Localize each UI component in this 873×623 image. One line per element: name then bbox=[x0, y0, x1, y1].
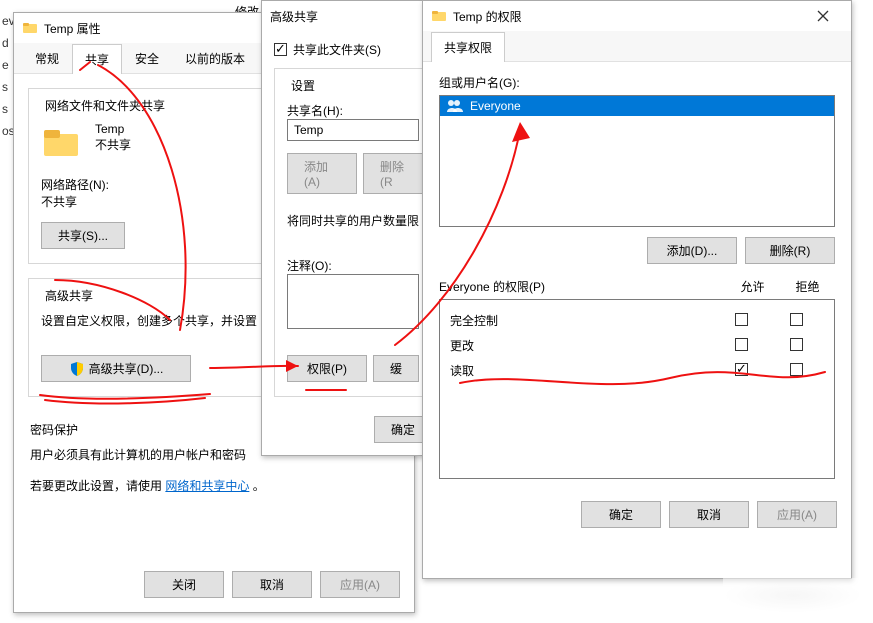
permissions-dialog: Temp 的权限 共享权限 组或用户名(G): Everyone 添加(D)..… bbox=[422, 0, 852, 579]
limit-text: 将同时共享的用户数量限 bbox=[287, 212, 419, 229]
btn-label: 高级共享(D)... bbox=[89, 360, 164, 377]
checkbox-icon bbox=[274, 43, 287, 56]
window-title: Temp 的权限 bbox=[453, 8, 803, 25]
perm-row: 读取 bbox=[450, 358, 824, 383]
titlebar[interactable]: Temp 的权限 bbox=[423, 1, 851, 31]
folder-icon bbox=[41, 122, 81, 162]
note-label: 注释(O): bbox=[287, 257, 419, 274]
user-name: Everyone bbox=[470, 99, 521, 113]
cache-button[interactable]: 缓 bbox=[373, 355, 419, 382]
tab-versions[interactable]: 以前的版本 bbox=[172, 43, 258, 73]
titlebar[interactable]: 高级共享 bbox=[262, 1, 444, 31]
apply-button[interactable]: 应用(A) bbox=[757, 501, 837, 528]
deny-checkbox[interactable] bbox=[790, 363, 803, 376]
close-button[interactable] bbox=[803, 2, 843, 30]
col-allow: 允许 bbox=[725, 278, 780, 295]
groups-label: 组或用户名(G): bbox=[439, 74, 835, 91]
group-title: 网络文件和文件夹共享 bbox=[41, 97, 169, 114]
permissions-button[interactable]: 权限(P) bbox=[287, 355, 367, 382]
share-name-input[interactable] bbox=[287, 119, 419, 141]
advanced-share-button[interactable]: 高级共享(D)... bbox=[41, 355, 191, 382]
remove-share-button[interactable]: 删除(R bbox=[363, 153, 423, 194]
bg-smudge bbox=[723, 578, 863, 613]
tab-general[interactable]: 常规 bbox=[22, 43, 72, 73]
share-status: 不共享 bbox=[95, 136, 131, 153]
perm-label: 读取 bbox=[450, 362, 714, 379]
allow-checkbox[interactable] bbox=[735, 338, 748, 351]
tab-security[interactable]: 安全 bbox=[122, 43, 172, 73]
ok-button[interactable]: 确定 bbox=[581, 501, 661, 528]
tab-share-perms[interactable]: 共享权限 bbox=[431, 32, 505, 62]
shield-icon bbox=[69, 361, 85, 377]
perm-for-label: Everyone 的权限(P) bbox=[439, 278, 725, 295]
group-icon bbox=[446, 99, 464, 113]
cancel-button[interactable]: 取消 bbox=[232, 571, 312, 598]
permissions-table: 完全控制更改读取 bbox=[439, 299, 835, 479]
share-folder-checkbox[interactable]: 共享此文件夹(S) bbox=[274, 41, 432, 58]
network-center-link[interactable]: 网络和共享中心 bbox=[165, 479, 249, 493]
allow-checkbox[interactable] bbox=[735, 313, 748, 326]
remove-user-button[interactable]: 删除(R) bbox=[745, 237, 835, 264]
col-deny: 拒绝 bbox=[780, 278, 835, 295]
deny-checkbox[interactable] bbox=[790, 338, 803, 351]
folder-icon bbox=[431, 8, 447, 24]
note-textarea[interactable] bbox=[287, 274, 419, 329]
share-button[interactable]: 共享(S)... bbox=[41, 222, 125, 249]
close-button[interactable]: 关闭 bbox=[144, 571, 224, 598]
apply-button[interactable]: 应用(A) bbox=[320, 571, 400, 598]
tabs: 共享权限 bbox=[423, 31, 851, 62]
list-item[interactable]: Everyone bbox=[440, 96, 834, 116]
deny-checkbox[interactable] bbox=[790, 313, 803, 326]
pw-line2-post: 。 bbox=[253, 479, 265, 493]
pw-line2-pre: 若要更改此设置，请使用 bbox=[30, 479, 162, 493]
add-user-button[interactable]: 添加(D)... bbox=[647, 237, 737, 264]
window-title: 高级共享 bbox=[270, 8, 436, 25]
perm-label: 更改 bbox=[450, 337, 714, 354]
tab-share[interactable]: 共享 bbox=[72, 44, 122, 74]
perm-label: 完全控制 bbox=[450, 312, 714, 329]
label: 共享此文件夹(S) bbox=[293, 41, 381, 58]
perm-row: 更改 bbox=[450, 333, 824, 358]
group-title: 高级共享 bbox=[41, 287, 97, 304]
cancel-button[interactable]: 取消 bbox=[669, 501, 749, 528]
users-listbox[interactable]: Everyone bbox=[439, 95, 835, 227]
group-title: 设置 bbox=[287, 77, 319, 94]
allow-checkbox[interactable] bbox=[735, 363, 748, 376]
close-icon bbox=[817, 10, 829, 22]
folder-icon bbox=[22, 20, 38, 36]
add-share-button[interactable]: 添加(A) bbox=[287, 153, 357, 194]
share-name-label: 共享名(H): bbox=[287, 102, 419, 119]
perm-row: 完全控制 bbox=[450, 308, 824, 333]
folder-name: Temp bbox=[95, 122, 131, 136]
advanced-share-dialog: 高级共享 共享此文件夹(S) 设置 共享名(H): 添加(A) 删除(R 将同时… bbox=[261, 0, 445, 456]
